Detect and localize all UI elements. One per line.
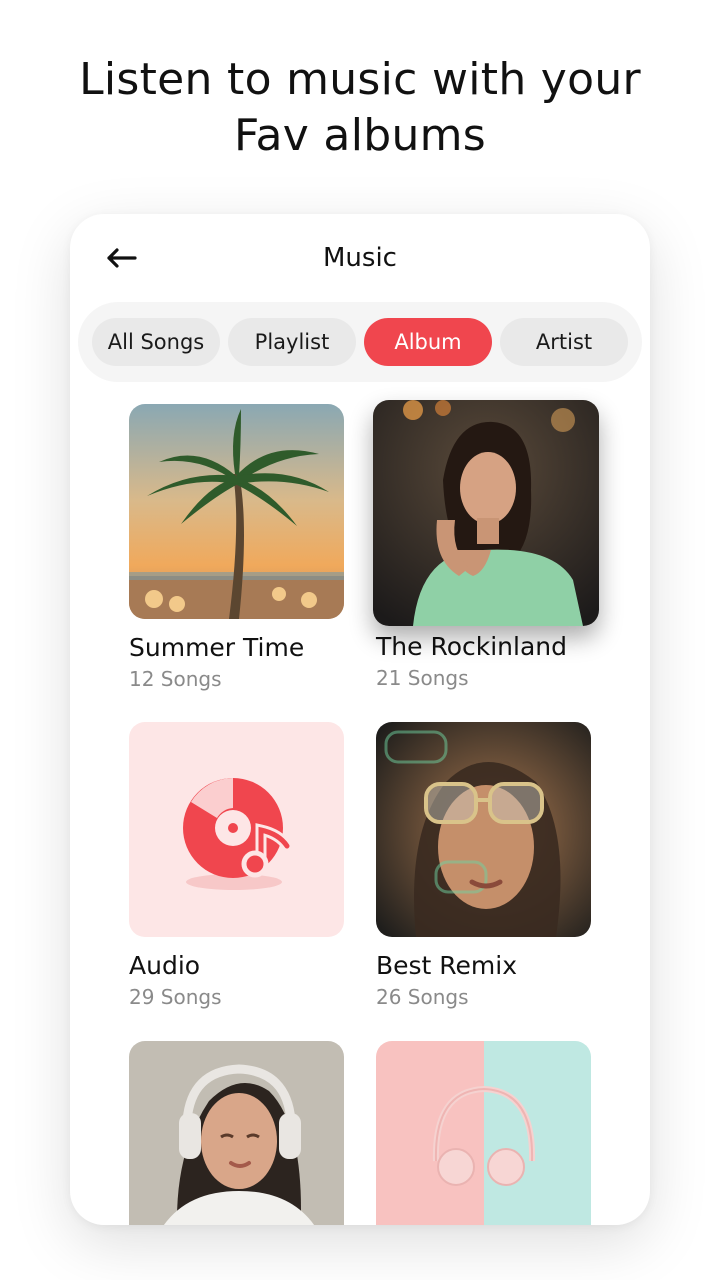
album-cover-woman-portrait: [373, 400, 599, 626]
screen-title: Music: [323, 243, 397, 273]
album-title: Audio: [129, 951, 201, 980]
album-song-count: 26 Songs: [376, 985, 469, 1009]
album-card-audio[interactable]: Audio 29 Songs: [129, 722, 349, 1011]
page-headline: Listen to music with your Fav albums: [0, 52, 720, 164]
album-card-best-remix[interactable]: Best Remix 26 Songs: [376, 722, 596, 1011]
headline-line-1: Listen to music with your: [79, 54, 641, 105]
arrow-left-icon: [105, 247, 137, 269]
headline-line-2: Fav albums: [233, 110, 487, 161]
tab-album[interactable]: Album: [364, 318, 492, 366]
album-card-summer-time[interactable]: Summer Time 12 Songs: [129, 404, 349, 693]
tab-playlist[interactable]: Playlist: [228, 318, 356, 366]
top-bar: Music: [70, 214, 650, 304]
tab-all-songs[interactable]: All Songs: [92, 318, 220, 366]
album-cover-palm-beach: [129, 404, 344, 619]
album-card-5[interactable]: [129, 1041, 349, 1225]
album-title: Best Remix: [376, 951, 518, 980]
album-title: Summer Time: [129, 633, 305, 662]
album-cover-audio: [129, 722, 344, 937]
album-cover-woman-sunglasses: [376, 722, 591, 937]
phone-screen: Music All Songs Playlist Album Artist Su…: [70, 214, 650, 1225]
album-song-count: 21 Songs: [376, 666, 469, 690]
album-song-count: 29 Songs: [129, 985, 222, 1009]
tab-artist[interactable]: Artist: [500, 318, 628, 366]
tab-bar: All Songs Playlist Album Artist: [78, 302, 642, 382]
album-card-the-rockinland[interactable]: The Rockinland 21 Songs: [373, 400, 599, 692]
back-button[interactable]: [100, 240, 142, 276]
album-cover-pink-headphones: [376, 1041, 591, 1225]
album-cover-woman-headphones: [129, 1041, 344, 1225]
vinyl-music-note-icon: [183, 778, 293, 890]
album-title: The Rockinland: [376, 632, 567, 661]
album-card-6[interactable]: [376, 1041, 596, 1225]
album-song-count: 12 Songs: [129, 667, 222, 691]
